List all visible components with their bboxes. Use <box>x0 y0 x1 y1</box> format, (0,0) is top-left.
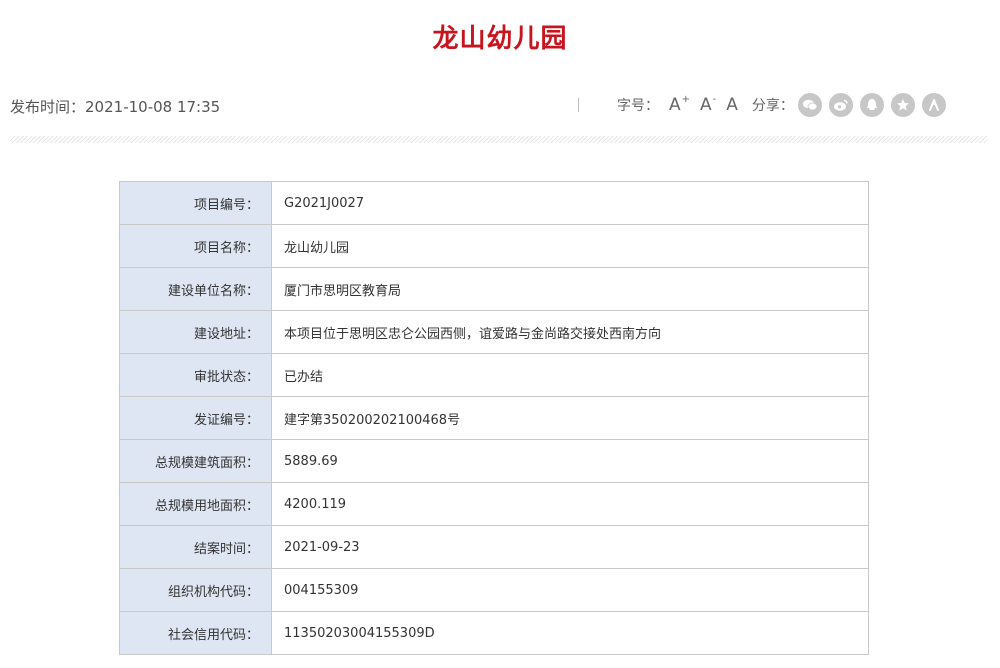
table-row: 总规模用地面积： 4200.119 <box>119 482 869 526</box>
row-value: 龙山幼儿园 <box>271 224 869 268</box>
qzone-icon[interactable] <box>890 93 915 117</box>
row-label: 社会信用代码： <box>119 611 272 655</box>
row-value: 5889.69 <box>271 439 869 483</box>
publish-label: 发布时间： <box>10 98 86 116</box>
row-value: 厦门市思明区教育局 <box>271 267 869 311</box>
publish-time: 2021-10-08 17:35 <box>85 98 221 116</box>
table-row: 总规模建筑面积： 5889.69 <box>119 439 869 483</box>
qq-icon[interactable] <box>859 93 884 117</box>
table-row: 项目名称： 龙山幼儿园 <box>119 224 869 268</box>
row-label: 项目编号： <box>119 181 272 225</box>
row-value: 004155309 <box>271 568 869 612</box>
meta-divider <box>578 98 579 112</box>
table-row: 发证编号： 建字第350200202100468号 <box>119 396 869 440</box>
font-size-large-button[interactable]: A + <box>669 95 690 116</box>
share-label: 分享： <box>751 98 794 114</box>
row-value: 11350203004155309D <box>271 611 869 655</box>
row-value: G2021J0027 <box>271 181 869 225</box>
renren-icon[interactable] <box>921 93 946 117</box>
wechat-icon[interactable] <box>797 93 822 117</box>
row-label: 总规模建筑面积： <box>119 439 272 483</box>
page-title: 龙山幼儿园 <box>432 24 568 54</box>
row-value: 本项目位于思明区忠仑公园西侧，谊爱路与金尚路交接处西南方向 <box>271 310 869 354</box>
table-row: 组织机构代码： 004155309 <box>119 568 869 612</box>
row-label: 总规模用地面积： <box>119 482 272 526</box>
font-size-small-button[interactable]: A- <box>700 95 716 116</box>
publish-info: 发布时间：2021-10-08 17:35 <box>10 96 220 117</box>
header-divider-stripe <box>10 136 988 143</box>
row-value: 2021-09-23 <box>271 525 869 569</box>
row-value: 建字第350200202100468号 <box>271 396 869 440</box>
row-label: 发证编号： <box>119 396 272 440</box>
row-value: 4200.119 <box>271 482 869 526</box>
table-row: 项目编号： G2021J0027 <box>119 181 869 225</box>
table-row: 审批状态： 已办结 <box>119 353 869 397</box>
row-value: 已办结 <box>271 353 869 397</box>
project-info-table: 项目编号： G2021J0027 项目名称： 龙山幼儿园 建设单位名称： 厦门市… <box>119 181 869 655</box>
row-label: 项目名称： <box>119 224 272 268</box>
table-row: 建设单位名称： 厦门市思明区教育局 <box>119 267 869 311</box>
row-label: 结案时间： <box>119 525 272 569</box>
font-size-label: 字号： <box>617 98 659 114</box>
table-row: 社会信用代码： 11350203004155309D <box>119 611 869 655</box>
row-label: 建设单位名称： <box>119 267 272 311</box>
row-label: 审批状态： <box>119 353 272 397</box>
weibo-icon[interactable] <box>828 93 853 117</box>
table-row: 建设地址： 本项目位于思明区忠仑公园西侧，谊爱路与金尚路交接处西南方向 <box>119 310 869 354</box>
row-label: 建设地址： <box>119 310 272 354</box>
article-tools: 字号： A + A- A 分享： <box>617 92 953 118</box>
row-label: 组织机构代码： <box>119 568 272 612</box>
font-size-default-button[interactable]: A <box>726 95 738 115</box>
table-row: 结案时间： 2021-09-23 <box>119 525 869 569</box>
share-icons <box>797 93 953 117</box>
